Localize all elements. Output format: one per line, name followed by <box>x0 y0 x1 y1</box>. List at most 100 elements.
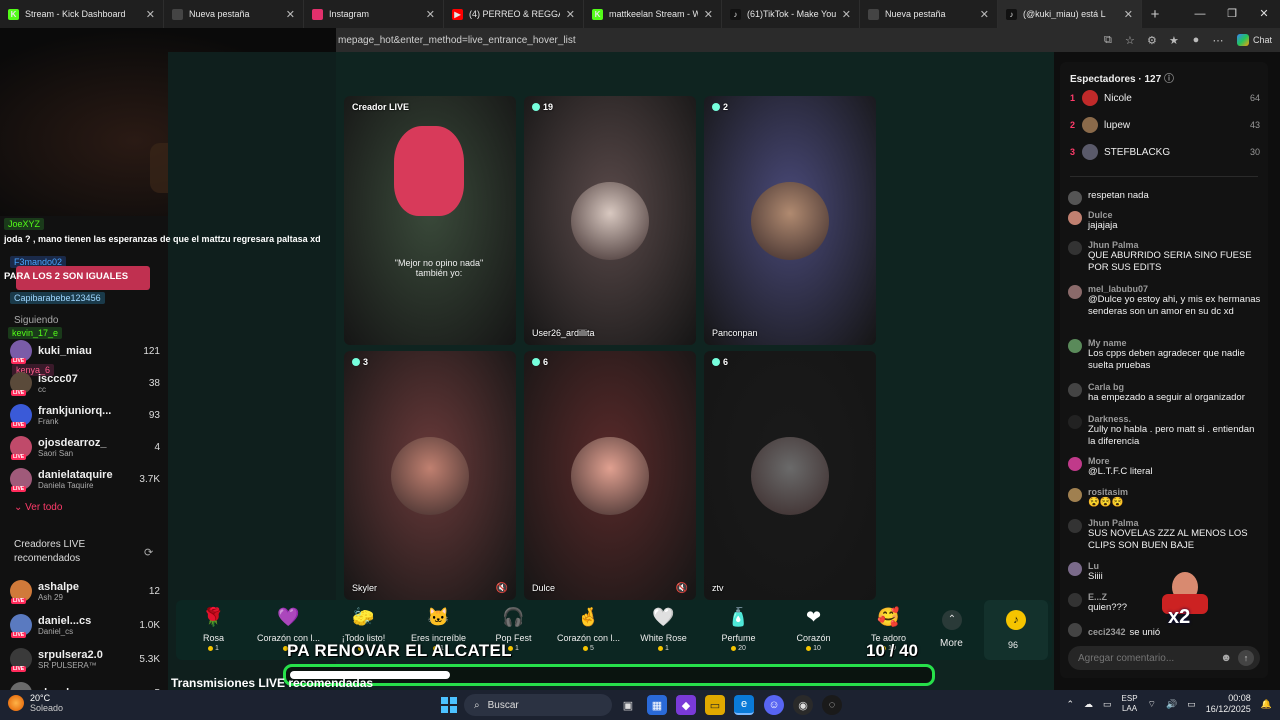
tab-close-icon[interactable]: ✕ <box>980 8 989 21</box>
gift-item[interactable]: 🧴 Perfume 20 <box>701 606 776 653</box>
chat-message[interactable]: Dulce jajajaja <box>1068 210 1264 232</box>
copilot-chat-button[interactable]: Chat <box>1229 32 1280 48</box>
chat-message[interactable]: Jhun Palma SUS NOVELAS ZZZ AL MENOS LOS C… <box>1068 518 1264 552</box>
notifications-icon[interactable]: 🔔 <box>1261 699 1272 710</box>
live-tile[interactable]: Creador LIVE "Mejor no opino nada" tambié… <box>344 96 516 345</box>
browser-tab[interactable]: Kmattkeelan Stream - Watch ✕ <box>584 0 722 28</box>
battery-icon[interactable]: ▭ <box>1187 699 1196 710</box>
url-field[interactable]: mepage_hot&enter_method=live_entrance_ho… <box>336 35 1097 46</box>
chat-message[interactable]: My name Los cpps deben agradecer que nadi… <box>1068 338 1264 372</box>
live-tile[interactable]: 6 ztv <box>704 351 876 600</box>
tile-badge: 3 <box>352 357 368 367</box>
gift-item[interactable]: 🤞 Corazón con l... 5 <box>551 606 626 653</box>
app-icon[interactable]: ◌ <box>822 695 842 715</box>
store-icon[interactable]: ▦ <box>647 695 667 715</box>
onedrive-icon[interactable]: ☁ <box>1084 699 1093 710</box>
live-tile[interactable]: 3 Skyler 🔇 <box>344 351 516 600</box>
extensions-icon[interactable]: ⚙ <box>1141 34 1163 47</box>
gift-item[interactable]: 🌹 Rosa 1 <box>176 606 251 653</box>
coins-panel[interactable]: ♪ 96 <box>984 600 1048 660</box>
chat-message[interactable]: More @L.T.F.C literal <box>1068 456 1264 478</box>
new-tab-button[interactable]: + <box>1142 6 1168 23</box>
tab-favicon-icon <box>312 8 323 20</box>
task-view-icon[interactable]: ▣ <box>618 695 638 715</box>
tile-badge-text: 6 <box>723 357 729 367</box>
live-tile[interactable]: 2 Panconpan <box>704 96 876 345</box>
browser-tab[interactable]: Nueva pestaña ✕ <box>164 0 304 28</box>
refresh-icon[interactable]: ⟳ <box>144 546 153 559</box>
live-badge: LIVE <box>11 358 27 364</box>
browser-tab[interactable]: ♪ (61)TikTok - Make Your Day ✕ <box>722 0 860 28</box>
gift-item[interactable]: ❤ Corazón 10 <box>776 606 851 653</box>
chat-message[interactable]: Darkness. Zully no habla . pero matt si .… <box>1068 414 1264 448</box>
sidebar-creator[interactable]: LIVE daniel...cs Daniel_cs 1.0K <box>10 612 160 638</box>
creator-text: frankjuniorq... Frank <box>38 405 143 426</box>
browser-tab[interactable]: K Stream - Kick Dashboard ✕ <box>0 0 164 28</box>
live-tile[interactable]: 6 Dulce 🔇 <box>524 351 696 600</box>
windows-start-icon[interactable] <box>439 695 459 715</box>
gift-item[interactable]: 🤍 White Rose 1 <box>626 606 701 653</box>
send-icon[interactable]: ↑ <box>1238 650 1254 666</box>
favorite-star-icon[interactable]: ☆ <box>1119 34 1141 47</box>
sidebar-creator[interactable]: LIVE kuki_miau 121 <box>10 338 160 364</box>
top-viewer-row[interactable]: 3 STEFBLACKG 30 <box>1070 142 1260 162</box>
discord-icon[interactable]: ☺ <box>764 695 784 715</box>
tab-close-icon[interactable]: ✕ <box>842 8 851 21</box>
profile-avatar-icon[interactable]: ● <box>1185 34 1207 46</box>
browser-tab[interactable]: Instagram ✕ <box>304 0 444 28</box>
clock[interactable]: 00:08 16/12/2025 <box>1206 693 1251 715</box>
divider <box>1070 176 1258 177</box>
chat-message[interactable]: Carla bg ha empezado a seguir al organiza… <box>1068 382 1264 404</box>
tab-close-icon[interactable]: ✕ <box>426 8 435 21</box>
tab-close-icon[interactable]: ✕ <box>704 8 713 21</box>
more-gifts-button[interactable]: More <box>940 638 963 649</box>
obs-icon[interactable]: ◉ <box>793 695 813 715</box>
sidebar-creator[interactable]: LIVE srpulsera2.0 SR PULSERA™ 5.3K <box>10 646 160 672</box>
see-all-link[interactable]: ⌄ Ver todo <box>14 502 62 513</box>
muted-icon[interactable]: 🔇 <box>676 583 688 594</box>
info-icon[interactable]: ⓘ <box>1164 74 1174 85</box>
tab-close-icon[interactable]: ✕ <box>566 8 575 21</box>
gift-expand-icon[interactable]: ⌃ <box>942 610 962 630</box>
comment-input[interactable] <box>1078 652 1221 664</box>
tab-favicon-icon <box>172 8 183 20</box>
top-viewer-row[interactable]: 1 Nicole 64 <box>1070 88 1260 108</box>
volume-icon[interactable]: 🔊 <box>1166 699 1177 710</box>
tray-app-icon[interactable]: ▭ <box>1103 699 1112 710</box>
live-tile[interactable]: 19 User26_ardillita <box>524 96 696 345</box>
sidebar-creator[interactable]: LIVE isccc07 cc 38 <box>10 370 160 396</box>
wifi-icon[interactable]: ⌔ <box>1148 699 1156 710</box>
top-viewer-row[interactable]: 2 lupew 43 <box>1070 115 1260 135</box>
file-explorer-icon[interactable]: ▭ <box>705 695 725 715</box>
muted-icon[interactable]: 🔇 <box>496 583 508 594</box>
tab-close-icon[interactable]: ✕ <box>286 8 295 21</box>
sidebar-creator[interactable]: LIVE frankjuniorq... Frank 93 <box>10 402 160 428</box>
weather-widget[interactable]: 20°C Soleado <box>8 693 63 713</box>
browser-tab[interactable]: ♪ (@kuki_miau) está L ✕ <box>998 0 1142 28</box>
browser-tab[interactable]: ▶ (4) PERREO & REGGAETON ✕ <box>444 0 584 28</box>
more-menu-icon[interactable]: ⋯ <box>1207 34 1229 47</box>
chat-message[interactable]: respetan nada <box>1068 190 1264 205</box>
creator-name: daniel...cs <box>38 614 92 627</box>
tray-overflow-icon[interactable]: ⌃ <box>1066 699 1074 710</box>
language-indicator[interactable]: ESP LAA <box>1122 694 1138 714</box>
taskbar-search[interactable]: ⌕ Buscar <box>464 694 612 716</box>
emoji-icon[interactable]: ☻ <box>1220 652 1232 664</box>
chat-message[interactable]: mel_labubu07 @Dulce yo estoy ahi, y mis e… <box>1068 284 1264 318</box>
favorites-icon[interactable]: ★ <box>1163 34 1185 47</box>
sidebar-creator[interactable]: LIVE ashalpe Ash 29 12 <box>10 578 160 604</box>
minimize-icon[interactable]: — <box>1184 0 1216 28</box>
browser-tab[interactable]: Nueva pestaña ✕ <box>860 0 998 28</box>
copilot-app-icon[interactable]: ◆ <box>676 695 696 715</box>
chat-message[interactable]: Jhun Palma QUE ABURRIDO SERIA SINO FUESE … <box>1068 240 1264 274</box>
tab-close-icon[interactable]: ✕ <box>146 8 155 21</box>
live-badge: LIVE <box>11 598 27 604</box>
sidebar-creator[interactable]: LIVE danielataquire Daniela Taquire 3.7K <box>10 466 160 492</box>
tab-close-icon[interactable]: ✕ <box>1124 8 1133 21</box>
sidebar-creator[interactable]: LIVE ojosdearroz_ Saori San 4 <box>10 434 160 460</box>
restore-icon[interactable]: ❐ <box>1216 0 1248 28</box>
close-window-icon[interactable]: ✕ <box>1248 0 1280 28</box>
open-app-icon[interactable]: ⧉ <box>1097 34 1119 47</box>
chat-message[interactable]: rositasim 😵😵😵 <box>1068 487 1264 509</box>
edge-browser-icon[interactable]: e <box>734 695 754 715</box>
